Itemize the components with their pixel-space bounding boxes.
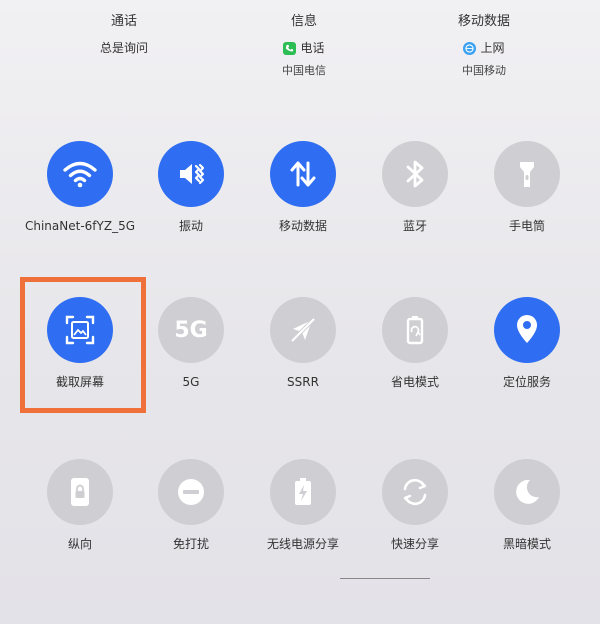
dark-mode-icon (494, 459, 560, 525)
portrait-lock-icon (47, 459, 113, 525)
bluetooth-icon (382, 141, 448, 207)
tile-wifi-label: ChinaNet-6fYZ_5G (24, 219, 135, 233)
tile-vibrate[interactable]: 振动 (141, 141, 241, 235)
tile-location-label: 定位服务 (502, 375, 551, 389)
vibrate-icon (158, 141, 224, 207)
tile-screenshot-label: 截取屏幕 (55, 375, 104, 389)
sim-data-value: 上网 (480, 41, 505, 55)
mobile-data-icon (270, 141, 336, 207)
sim-messages-carrier: 中国电信 (282, 64, 326, 77)
wireless-power-share-icon (270, 459, 336, 525)
sim-messages-value: 电话 (300, 41, 325, 55)
screenshot-icon (47, 297, 113, 363)
tile-mobile-data-label: 移动数据 (278, 219, 327, 233)
tile-dnd-label: 免打扰 (172, 537, 209, 551)
do-not-disturb-icon (158, 459, 224, 525)
tile-airplane-label: SSRR (287, 375, 319, 389)
globe-sim-icon (463, 41, 477, 55)
battery-saver-icon (382, 297, 448, 363)
tile-portrait-label: 纵向 (67, 537, 92, 551)
tile-vibrate-label: 振动 (178, 219, 203, 233)
location-icon (494, 297, 560, 363)
tile-5g-label: 5G (182, 375, 200, 389)
sim-calls-value: 总是询问 (99, 41, 148, 55)
sim-messages-title: 信息 (290, 14, 317, 29)
tile-flashlight-label: 手电筒 (508, 219, 545, 233)
phone-sim-icon (283, 41, 297, 55)
divider-line (340, 578, 430, 579)
tile-wireless-power-share[interactable]: 无线电源分享 (253, 459, 353, 553)
tile-quick-share[interactable]: 快速分享 (365, 459, 465, 553)
flashlight-icon (494, 141, 560, 207)
sim-data-title: 移动数据 (457, 14, 510, 29)
tile-location[interactable]: 定位服务 (477, 297, 577, 391)
tile-dnd[interactable]: 免打扰 (141, 459, 241, 553)
tile-mobile-data[interactable]: 移动数据 (253, 141, 353, 235)
tile-flashlight[interactable]: 手电筒 (477, 141, 577, 235)
tile-5g[interactable]: 5G 5G (141, 297, 241, 391)
tile-bluetooth-label: 蓝牙 (402, 219, 427, 233)
sim-messages[interactable]: 信息 电话 中国电信 (224, 12, 384, 80)
tile-screenshot[interactable]: 截取屏幕 (30, 297, 130, 391)
5g-icon: 5G (158, 297, 224, 363)
sim-calls-title: 通话 (110, 14, 137, 29)
airplane-off-icon (270, 297, 336, 363)
sim-mobile-data[interactable]: 移动数据 上网 中国移动 (404, 12, 564, 80)
sim-settings-row: 通话 总是询问 信息 电话 中国电信 移动数据 上网 中国移动 (0, 12, 600, 102)
tile-battery-saver-label: 省电模式 (390, 375, 439, 389)
tile-airplane[interactable]: SSRR (253, 297, 353, 391)
tile-dark-mode-label: 黑暗模式 (502, 537, 551, 551)
sim-calls[interactable]: 通话 总是询问 (44, 12, 204, 58)
tile-wireless-power-share-label: 无线电源分享 (266, 537, 339, 551)
tile-dark-mode[interactable]: 黑暗模式 (477, 459, 577, 553)
wifi-icon (47, 141, 113, 207)
quick-share-icon (382, 459, 448, 525)
tile-portrait[interactable]: 纵向 (30, 459, 130, 553)
tile-bluetooth[interactable]: 蓝牙 (365, 141, 465, 235)
sim-data-carrier: 中国移动 (462, 64, 506, 77)
tile-wifi[interactable]: ChinaNet-6fYZ_5G (25, 141, 135, 235)
tile-battery-saver[interactable]: 省电模式 (365, 297, 465, 391)
tile-quick-share-label: 快速分享 (390, 537, 439, 551)
